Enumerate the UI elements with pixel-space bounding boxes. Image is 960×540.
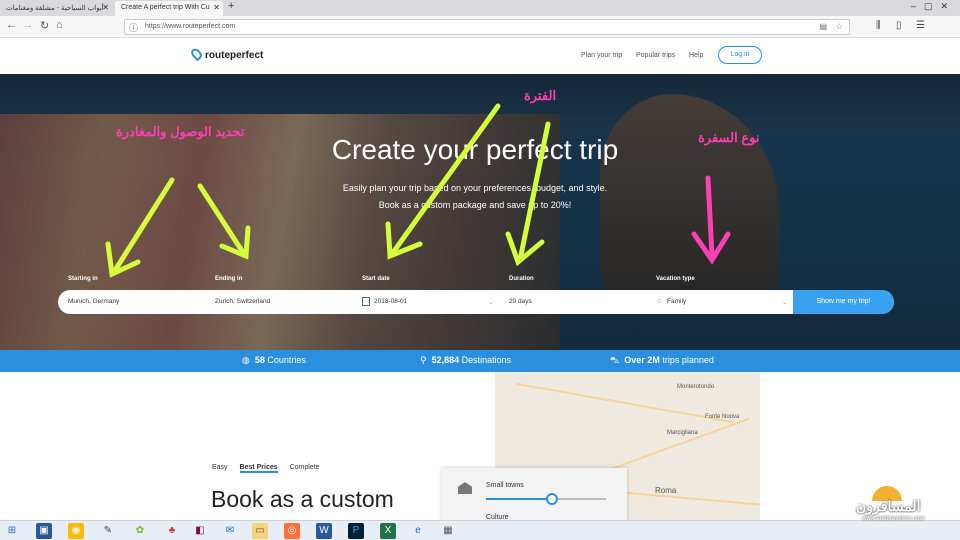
chrome-icon[interactable]: ◉ [68,523,84,539]
map-label: Roma [655,486,677,495]
stats-bar: ◍ 58 Countries ⚲ 52,884 Destinations ⛍ O… [0,350,960,372]
arrow-duration [517,121,551,263]
close-icon[interactable]: ✕ [102,3,109,12]
hero-section: Create your perfect trip Easily plan you… [0,74,960,350]
app-icon[interactable]: ▣ [36,523,52,539]
site-logo[interactable]: routeperfect [189,46,263,62]
arrow-starting-in [111,177,175,275]
outlook-icon[interactable]: ✉ [222,523,238,539]
pin-icon [189,46,204,62]
map-label: Monterotondo [677,384,715,390]
app-icon[interactable]: ✎ [100,523,116,539]
annotation-period: الفترة [524,88,557,103]
tab-best-prices[interactable]: Best Prices [239,464,278,473]
home-icon[interactable]: ⌂ [56,19,63,31]
map-label: Fonte Nuova [705,414,740,420]
url-bar[interactable]: ⓘ https://www.routeperfect.com ▤ ☆ [124,19,850,35]
reader-icon[interactable]: ▤ [819,22,827,31]
folder-icon[interactable]: ▭ [252,523,268,539]
start-icon[interactable]: ⊞ [4,523,20,539]
features-section: Monterotondo Fonte Nuova Marcigliana Rom… [192,372,760,528]
app-icon[interactable]: ◧ [192,523,208,539]
nav-plan-trip[interactable]: Plan your trip [581,52,622,59]
new-tab-button[interactable]: + [228,0,234,12]
tab-easy[interactable]: Easy [212,464,228,471]
url-text: https://www.routeperfect.com [145,23,236,30]
site-header: routeperfect Plan your trip Popular trip… [0,38,960,74]
tab-complete[interactable]: Complete [290,464,320,471]
pin-icon: ⚲ [420,355,427,365]
library-icon[interactable]: ⫼ [876,20,881,31]
calculator-icon[interactable]: ▦ [440,523,456,539]
app-icon[interactable]: ♣ [164,523,180,539]
windows-taskbar: ⊞ ▣ ◉ ✎ ✿ ♣ ◧ ✉ ▭ ◎ W P X e ▦ [0,520,960,540]
menu-icon[interactable]: ☰ [916,20,925,31]
car-icon: ⛍ [610,355,620,365]
browser-nav-bar: ← → ↻ ⌂ ⓘ https://www.routeperfect.com ▤… [0,16,960,38]
annotation-arrows [105,103,731,278]
browser-tab-bar: أبواب السياحية - مشلقة ومغتامات ✕ Create … [0,0,960,16]
window-controls[interactable]: –▢✕ [911,1,956,12]
arrow-vacation-type [705,175,715,259]
photoshop-icon[interactable]: P [348,523,364,539]
ie-icon[interactable]: e [410,523,426,539]
stat-countries: ◍ 58 Countries [242,355,306,365]
info-icon[interactable]: ⓘ [129,21,138,34]
word-icon[interactable]: W [316,523,332,539]
close-icon[interactable]: ✕ [213,3,220,12]
map-label: Marcigliana [667,430,698,436]
slider-handle[interactable] [546,493,558,505]
forward-icon[interactable]: → [22,19,33,31]
browser-tab-1[interactable]: أبواب السياحية - مشلقة ومغتامات ✕ [0,1,112,16]
section-heading: Book as a custom [211,486,394,512]
home-icon [458,482,472,494]
nav-popular-trips[interactable]: Popular trips [636,52,675,59]
app-icon[interactable]: ✿ [132,523,148,539]
annotation-trip-type: نوع السفرة [698,130,760,145]
back-icon[interactable]: ← [6,19,17,31]
login-button[interactable]: Log in [718,46,762,64]
browser-tab-2[interactable]: Create A perfect trip With Cu ✕ [115,1,223,16]
preferences-panel: Small towns Culture [442,468,627,528]
excel-icon[interactable]: X [380,523,396,539]
feature-tabs: Easy Best Prices Complete [212,464,330,473]
nav-help[interactable]: Help [689,52,703,59]
small-towns-slider[interactable] [486,493,606,505]
stat-destinations: ⚲ 52,884 Destinations [420,355,512,365]
sidebar-icon[interactable]: ▯ [896,20,902,31]
slider-label: Small towns [486,482,524,489]
reload-icon[interactable]: ↻ [40,19,49,32]
bookmark-icon[interactable]: ☆ [836,22,843,31]
annotation-arrival-departure: تحديد الوصول والمغادرة [116,124,245,139]
watermark-logo: المسافرون www.arabtravelers.com [852,484,956,524]
stat-trips: ⛍ Over 2M trips planned [610,355,714,365]
globe-icon: ◍ [242,355,250,365]
firefox-icon[interactable]: ◎ [284,523,300,539]
arrow-start-date [389,103,501,257]
